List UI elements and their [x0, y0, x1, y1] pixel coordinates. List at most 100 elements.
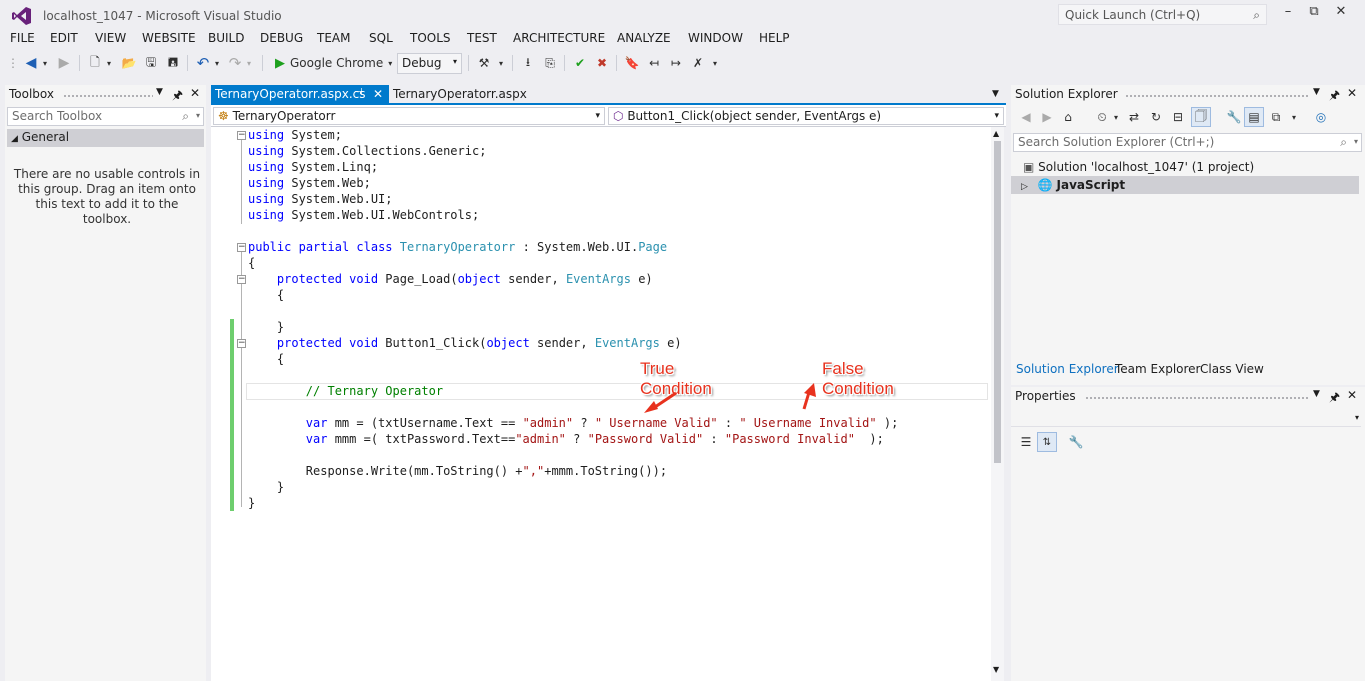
tab-team-explorer[interactable]: Team Explorer [1115, 362, 1201, 376]
solution-explorer-tabs: Solution Explorer Team Explorer Class Vi… [1011, 359, 1365, 379]
back-dropdown-icon[interactable]: ▾ [40, 53, 50, 73]
menu-architecture[interactable]: ARCHITECTURE [513, 31, 605, 45]
browser-link-icon[interactable]: ⚒ [475, 53, 493, 73]
properties-object-select[interactable]: ▾ [1011, 409, 1361, 427]
tab-solution-explorer[interactable]: Solution Explorer [1016, 362, 1119, 376]
tree-item-solution[interactable]: ▣ Solution 'localhost_1047' (1 project) [1023, 158, 1254, 176]
step-over-icon[interactable]: ⎘ [541, 53, 559, 73]
chevron-down-icon: ▾ [388, 58, 393, 68]
code-line: using System.Collections.Generic; [248, 144, 487, 158]
pane-options-icon[interactable]: ▼ [1313, 389, 1320, 399]
quick-launch-input[interactable]: Quick Launch (Ctrl+Q) ⌕ [1058, 4, 1267, 25]
menu-sql[interactable]: SQL [369, 31, 393, 45]
editor-vertical-scrollbar[interactable]: ▲ ▼ [991, 127, 1004, 681]
pending-changes-icon[interactable]: ⏲ [1093, 107, 1111, 127]
scroll-up-icon[interactable]: ▲ [993, 129, 999, 138]
tab-ternary-operatorr-aspx[interactable]: TernaryOperatorr.aspx [389, 85, 539, 104]
forward-icon[interactable]: ▶ [1038, 107, 1056, 127]
save-all-icon[interactable]: 🖪 [164, 53, 182, 73]
pin-icon[interactable]: ⊣ [354, 87, 363, 98]
pin-icon[interactable]: 🖈 [172, 86, 183, 107]
property-pages-icon[interactable]: 🔧 [1067, 432, 1085, 452]
back-icon[interactable]: ◀ [22, 53, 40, 73]
toolbox-group-general[interactable]: ◢ General [7, 129, 204, 147]
tab-class-view[interactable]: Class View [1200, 362, 1264, 376]
scrollbar-thumb[interactable] [994, 141, 1001, 463]
pin-icon[interactable]: 🖈 [1329, 388, 1340, 409]
expand-arrow-icon[interactable]: ▷ [1021, 182, 1028, 192]
browser-link-dropdown-icon[interactable]: ▾ [495, 53, 507, 73]
refresh-icon[interactable]: ↻ [1147, 107, 1165, 127]
open-file-icon[interactable]: 📂 [120, 53, 138, 73]
code-editor[interactable]: − − − − using System; using System.Colle… [228, 127, 991, 681]
browser-globe-icon[interactable]: ◎ [1312, 107, 1330, 127]
menu-build[interactable]: BUILD [208, 31, 244, 45]
menu-website[interactable]: WEBSITE [142, 31, 196, 45]
redo-icon[interactable]: ↷ [226, 53, 244, 73]
menu-team[interactable]: TEAM [317, 31, 350, 45]
forward-icon[interactable]: ▶ [55, 53, 73, 73]
menu-debug[interactable]: DEBUG [260, 31, 303, 45]
redo-dropdown-icon[interactable]: ▾ [244, 53, 254, 73]
member-dropdown[interactable]: ⬡ Button1_Click(object sender, EventArgs… [608, 107, 1004, 125]
configuration-select[interactable]: Debug ▾ [397, 53, 462, 74]
toolbox-search-input[interactable]: Search Toolbox ⌕ ▾ [7, 107, 204, 126]
alphabetical-icon[interactable]: ⇅ [1037, 432, 1057, 452]
menu-edit[interactable]: EDIT [50, 31, 78, 45]
tab-ternary-operatorr-cs[interactable]: TernaryOperatorr.aspx.cs ⊣ ✕ [211, 85, 389, 104]
close-icon[interactable]: ✕ [1347, 388, 1357, 402]
categorized-icon[interactable]: ☰ [1017, 432, 1035, 452]
pane-options-icon[interactable]: ▼ [156, 87, 163, 97]
preview-selected-icon[interactable]: ▤ [1244, 107, 1264, 127]
next-bookmark-icon[interactable]: ↦ [667, 53, 685, 73]
menu-tools[interactable]: TOOLS [410, 31, 451, 45]
new-project-icon[interactable]: 🗋 [86, 53, 104, 73]
collapse-all-icon[interactable]: ⊟ [1169, 107, 1187, 127]
bookmark-icon[interactable]: 🔖 [623, 53, 641, 73]
new-project-dropdown-icon[interactable]: ▾ [104, 53, 114, 73]
collapse-page-load-icon[interactable]: − [237, 275, 246, 284]
maximize-button[interactable]: ⧉ [1303, 4, 1325, 22]
tab-overflow-icon[interactable]: ▼ [992, 89, 999, 99]
save-icon[interactable]: 🖫 [142, 53, 160, 73]
undo-icon[interactable]: ↶ [194, 53, 212, 73]
chevron-down-icon[interactable]: ▾ [1111, 107, 1121, 127]
menu-file[interactable]: FILE [10, 31, 35, 45]
code-line: using System.Linq; [248, 160, 379, 174]
show-all-files-icon[interactable]: 🗍 [1191, 107, 1211, 127]
pin-icon[interactable]: 🖈 [1329, 86, 1340, 107]
close-icon[interactable]: ✕ [1347, 86, 1357, 100]
start-debugging-button[interactable]: ▶ Google Chrome ▾ [270, 53, 394, 73]
class-diagram-icon[interactable]: ⧉ [1267, 107, 1285, 127]
toolbar-overflow-icon[interactable]: ▾ [709, 53, 721, 73]
pane-options-icon[interactable]: ▼ [1313, 87, 1320, 97]
comment-add-icon[interactable]: ✔ [571, 53, 589, 73]
undo-dropdown-icon[interactable]: ▾ [212, 53, 222, 73]
back-icon[interactable]: ◀ [1017, 107, 1035, 127]
clear-bookmarks-icon[interactable]: ✗ [689, 53, 707, 73]
close-icon[interactable]: ✕ [190, 86, 200, 100]
tree-item-project[interactable]: ▷ 🌐 JavaScript [1011, 176, 1359, 194]
solution-explorer-search-input[interactable]: Search Solution Explorer (Ctrl+;) ⌕ ▾ [1013, 133, 1362, 152]
comment-remove-icon[interactable]: ✖ [593, 53, 611, 73]
collapse-class-icon[interactable]: − [237, 243, 246, 252]
home-icon[interactable]: ⌂ [1059, 107, 1077, 127]
sync-icon[interactable]: ⇄ [1125, 107, 1143, 127]
minimize-button[interactable]: – [1277, 4, 1299, 22]
menu-test[interactable]: TEST [467, 31, 497, 45]
collapse-button1-click-icon[interactable]: − [237, 339, 246, 348]
chevron-down-icon: ▾ [1353, 137, 1358, 146]
close-button[interactable]: ✕ [1330, 4, 1352, 22]
menu-view[interactable]: VIEW [95, 31, 126, 45]
collapse-using-icon[interactable]: − [237, 131, 246, 140]
chevron-down-icon[interactable]: ▾ [1289, 107, 1299, 127]
menu-window[interactable]: WINDOW [688, 31, 743, 45]
close-tab-icon[interactable]: ✕ [373, 87, 383, 101]
menu-help[interactable]: HELP [759, 31, 790, 45]
scroll-down-icon[interactable]: ▼ [993, 665, 999, 674]
properties-wrench-icon[interactable]: 🔧 [1225, 107, 1243, 127]
class-dropdown[interactable]: ☸ TernaryOperatorr ▾ [213, 107, 605, 125]
step-into-icon[interactable]: ⭳ [519, 53, 537, 73]
previous-bookmark-icon[interactable]: ↤ [645, 53, 663, 73]
menu-analyze[interactable]: ANALYZE [617, 31, 671, 45]
